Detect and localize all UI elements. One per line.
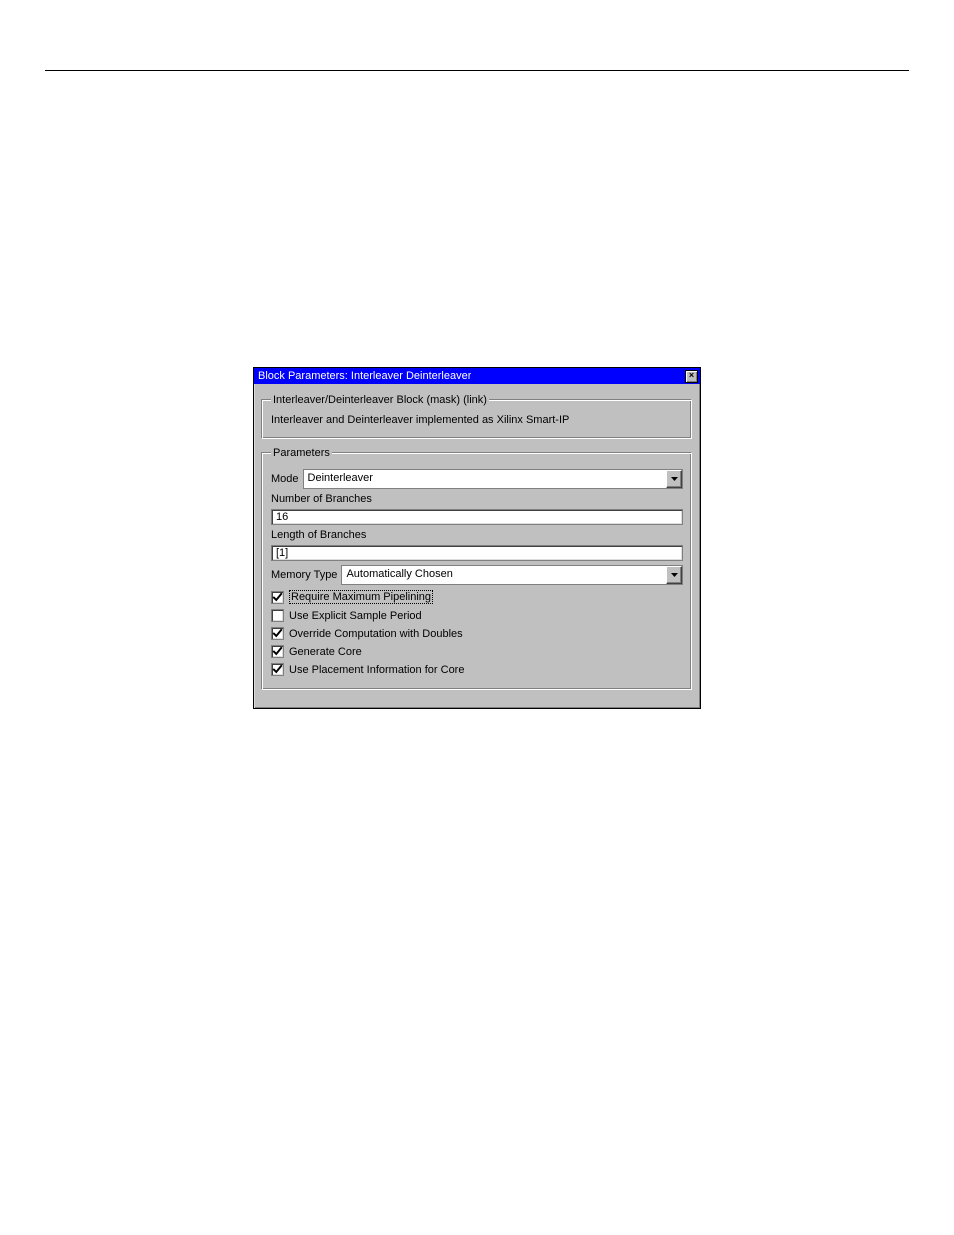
override-check-row: Override Computation with Doubles — [271, 627, 683, 640]
pipeline-check-row: Require Maximum Pipelining — [271, 590, 683, 604]
mode-select-value: Deinterleaver — [304, 470, 666, 488]
description-legend: Interleaver/Deinterleaver Block (mask) (… — [271, 394, 489, 406]
pipeline-checkbox[interactable] — [271, 591, 284, 604]
gencore-check-label: Generate Core — [289, 646, 362, 658]
memtype-row: Memory Type Automatically Chosen — [271, 565, 683, 585]
pipeline-check-label: Require Maximum Pipelining — [289, 590, 433, 604]
description-group: Interleaver/Deinterleaver Block (mask) (… — [262, 394, 692, 439]
length-input[interactable] — [271, 545, 683, 561]
explicit-check-label: Use Explicit Sample Period — [289, 610, 422, 622]
parameters-group: Parameters Mode Deinterleaver Number of … — [262, 447, 692, 690]
mode-select[interactable]: Deinterleaver — [303, 469, 683, 489]
gencore-checkbox[interactable] — [271, 645, 284, 658]
explicit-check-row: Use Explicit Sample Period — [271, 609, 683, 622]
placement-checkbox[interactable] — [271, 663, 284, 676]
window-title: Block Parameters: Interleaver Deinterlea… — [258, 370, 471, 382]
memtype-label: Memory Type — [271, 569, 337, 581]
close-icon[interactable]: × — [685, 370, 698, 383]
description-text: Interleaver and Deinterleaver implemente… — [271, 412, 683, 430]
placement-check-label: Use Placement Information for Core — [289, 664, 464, 676]
chevron-down-icon[interactable] — [666, 566, 682, 584]
memtype-select-value: Automatically Chosen — [342, 566, 666, 584]
dialog-body: Interleaver/Deinterleaver Block (mask) (… — [254, 384, 700, 708]
override-check-label: Override Computation with Doubles — [289, 628, 463, 640]
mode-label: Mode — [271, 473, 299, 485]
block-parameters-dialog: Block Parameters: Interleaver Deinterlea… — [253, 367, 701, 709]
memtype-select[interactable]: Automatically Chosen — [341, 565, 683, 585]
placement-check-row: Use Placement Information for Core — [271, 663, 683, 676]
horizontal-rule — [45, 70, 909, 71]
length-label: Length of Branches — [271, 529, 683, 541]
explicit-checkbox[interactable] — [271, 609, 284, 622]
chevron-down-icon[interactable] — [666, 470, 682, 488]
length-row: Length of Branches — [271, 529, 683, 561]
branches-label: Number of Branches — [271, 493, 683, 505]
override-checkbox[interactable] — [271, 627, 284, 640]
mode-row: Mode Deinterleaver — [271, 469, 683, 489]
branches-row: Number of Branches — [271, 493, 683, 525]
branches-input[interactable] — [271, 509, 683, 525]
parameters-legend: Parameters — [271, 447, 332, 459]
gencore-check-row: Generate Core — [271, 645, 683, 658]
titlebar[interactable]: Block Parameters: Interleaver Deinterlea… — [254, 368, 700, 384]
